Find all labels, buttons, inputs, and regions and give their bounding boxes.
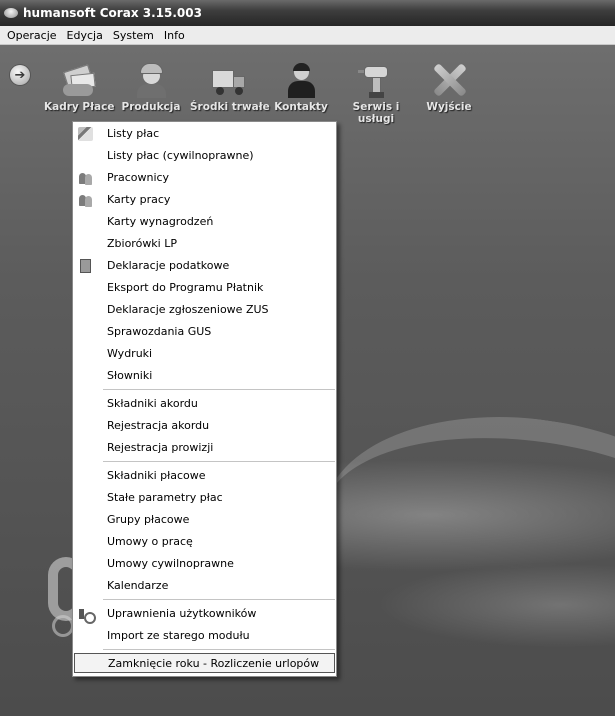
money-hands-icon [61, 62, 97, 98]
background-logo-mark [52, 615, 74, 637]
toolbar-kontakty-button[interactable]: Kontakty [270, 62, 332, 113]
toolbar-srodki-trwale-button[interactable]: Środki trwałe [190, 62, 270, 113]
menu-bar: Operacje Edycja System Info [0, 26, 615, 45]
menu-edycja[interactable]: Edycja [62, 29, 108, 42]
menu-item-label: Zbiorówki LP [107, 237, 177, 250]
menu-item-slowniki[interactable]: Słowniki [74, 366, 335, 386]
toolbar-produkcja-button[interactable]: Produkcja [118, 62, 184, 113]
menu-item-label: Karty pracy [107, 193, 171, 206]
menu-item-import-starego-modulu[interactable]: Import ze starego modułu [74, 626, 335, 646]
menu-item-label: Import ze starego modułu [107, 629, 250, 642]
menu-item-deklaracje-podatkowe[interactable]: Deklaracje podatkowe [74, 256, 335, 276]
menu-separator [103, 461, 335, 462]
truck-icon [210, 62, 246, 98]
menu-item-skladniki-akordu[interactable]: Składniki akordu [74, 394, 335, 414]
menu-item-skladniki-placowe[interactable]: Składniki płacowe [74, 466, 335, 486]
menu-item-eksport-platnik[interactable]: Eksport do Programu Płatnik [74, 278, 335, 298]
menu-item-label: Słowniki [107, 369, 153, 382]
app-icon [4, 8, 18, 18]
employees-icon [78, 171, 93, 185]
toolbar-label: Serwis i [352, 101, 400, 113]
menu-item-sprawozdania-gus[interactable]: Sprawozdania GUS [74, 322, 335, 342]
menu-info[interactable]: Info [159, 29, 190, 42]
menu-item-karty-pracy[interactable]: Karty pracy [74, 190, 335, 210]
menu-item-label: Listy płac [107, 127, 160, 140]
menu-item-umowy-o-prace[interactable]: Umowy o pracę [74, 532, 335, 552]
menu-item-label: Rejestracja prowizji [107, 441, 214, 454]
worker-icon [133, 62, 169, 98]
menu-item-grupy-placowe[interactable]: Grupy płacowe [74, 510, 335, 530]
menu-item-zamkniecie-roku[interactable]: Zamknięcie roku - Rozliczenie urlopów [74, 653, 335, 673]
toolbar-label-line2: usługi [357, 113, 395, 125]
menu-item-listy-plac[interactable]: Listy płac [74, 124, 335, 144]
menu-item-karty-wynagrodzen[interactable]: Karty wynagrodzeń [74, 212, 335, 232]
menu-item-uprawnienia-uzytkownikow[interactable]: Uprawnienia użytkowników [74, 604, 335, 624]
menu-item-rejestracja-akordu[interactable]: Rejestracja akordu [74, 416, 335, 436]
menu-item-zbiorowki-lp[interactable]: Zbiorówki LP [74, 234, 335, 254]
menu-item-label: Pracownicy [107, 171, 170, 184]
toolbar-label: Środki trwałe [190, 101, 270, 113]
menu-separator [103, 599, 335, 600]
menu-item-wydruki[interactable]: Wydruki [74, 344, 335, 364]
menu-item-label: Karty wynagrodzeń [107, 215, 214, 228]
toolbar-kadry-place-button[interactable]: Kadry Płace [44, 62, 114, 113]
menu-item-label: Stałe parametry płac [107, 491, 223, 504]
work-cards-icon [78, 193, 93, 207]
menu-item-deklaracje-zus[interactable]: Deklaracje zgłoszeniowe ZUS [74, 300, 335, 320]
drill-icon [358, 62, 394, 98]
toolbar-label: Kontakty [274, 101, 328, 113]
menu-item-label: Deklaracje podatkowe [107, 259, 230, 272]
menu-item-rejestracja-prowizji[interactable]: Rejestracja prowizji [74, 438, 335, 458]
menu-item-label: Kalendarze [107, 579, 169, 592]
menu-item-label: Listy płac (cywilnoprawne) [107, 149, 254, 162]
menu-item-label: Deklaracje zgłoszeniowe ZUS [107, 303, 269, 316]
menu-operacje[interactable]: Operacje [2, 29, 62, 42]
menu-item-label: Zamknięcie roku - Rozliczenie urlopów [108, 657, 320, 670]
back-arrow-icon[interactable]: ➔ [10, 65, 30, 85]
toolbar-serwis-uslugi-button[interactable]: Serwis i usługi [344, 62, 408, 125]
person-icon [283, 62, 319, 98]
menu-item-label: Rejestracja akordu [107, 419, 210, 432]
menu-item-umowy-cywilnoprawne[interactable]: Umowy cywilnoprawne [74, 554, 335, 574]
menu-separator [103, 649, 335, 650]
menu-item-stale-parametry-plac[interactable]: Stałe parametry płac [74, 488, 335, 508]
exit-x-icon [431, 62, 467, 98]
kadry-place-dropdown-menu: Listy płac Listy płac (cywilnoprawne) Pr… [72, 121, 337, 677]
menu-item-label: Składniki płacowe [107, 469, 206, 482]
title-bar: humansoft Corax 3.15.003 [0, 0, 615, 26]
payroll-list-icon [78, 127, 93, 141]
menu-item-kalendarze[interactable]: Kalendarze [74, 576, 335, 596]
permissions-key-icon [78, 607, 96, 624]
menu-system[interactable]: System [108, 29, 159, 42]
menu-separator [103, 389, 335, 390]
toolbar-label: Produkcja [121, 101, 181, 113]
menu-item-label: Umowy cywilnoprawne [107, 557, 234, 570]
menu-item-label: Uprawnienia użytkowników [107, 607, 257, 620]
menu-item-label: Eksport do Programu Płatnik [107, 281, 264, 294]
toolbar-wyjscie-button[interactable]: Wyjście [418, 62, 480, 113]
toolbar-label: Wyjście [426, 101, 472, 113]
tax-declaration-icon [80, 259, 91, 273]
menu-item-listy-plac-cywilnoprawne[interactable]: Listy płac (cywilnoprawne) [74, 146, 335, 166]
menu-item-label: Grupy płacowe [107, 513, 190, 526]
menu-item-label: Wydruki [107, 347, 153, 360]
menu-item-label: Sprawozdania GUS [107, 325, 212, 338]
toolbar-label: Kadry Płace [44, 101, 115, 113]
window-title: humansoft Corax 3.15.003 [23, 6, 202, 20]
background-swoosh [323, 391, 615, 569]
menu-item-pracownicy[interactable]: Pracownicy [74, 168, 335, 188]
menu-item-label: Składniki akordu [107, 397, 198, 410]
menu-item-label: Umowy o pracę [107, 535, 193, 548]
